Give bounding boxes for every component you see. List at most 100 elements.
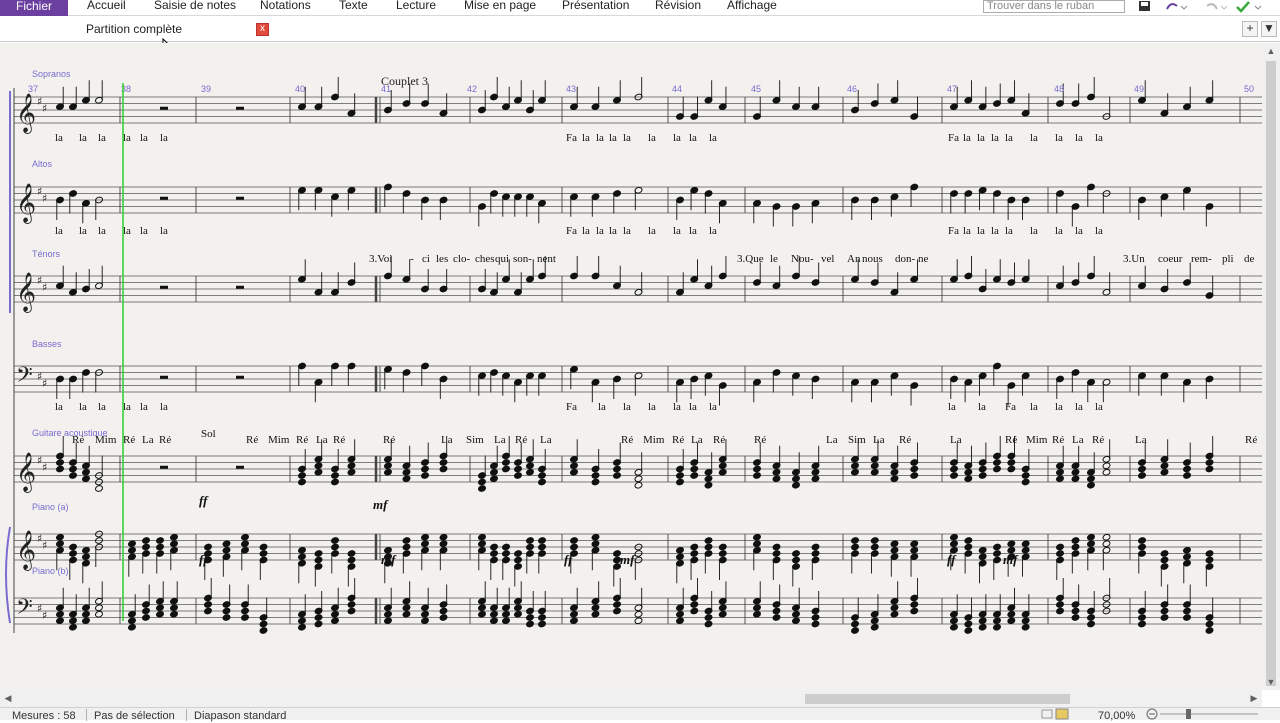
- tab-notations[interactable]: Notations: [260, 0, 311, 12]
- tenor-lyric: pli: [1222, 253, 1234, 265]
- scroll-right-icon[interactable]: ▶: [1246, 690, 1262, 707]
- close-tab-button[interactable]: x: [256, 23, 269, 36]
- note-head: [964, 537, 973, 544]
- note-head: [513, 610, 523, 618]
- chevron-down-icon[interactable]: [1180, 5, 1188, 10]
- note-head: [55, 617, 65, 625]
- alto-lyric: la: [963, 225, 971, 237]
- tab-partition-complete[interactable]: Partition complète: [86, 22, 182, 36]
- bass-lyric: la: [55, 401, 63, 413]
- note-head: [634, 617, 643, 625]
- tab-lecture[interactable]: Lecture: [396, 0, 436, 12]
- note-head: [811, 468, 820, 476]
- measure-number: 39: [201, 84, 211, 94]
- chevron-down-icon[interactable]: [1254, 5, 1262, 10]
- measure-number: 37: [28, 84, 38, 94]
- note-head: [222, 614, 231, 621]
- tab-accueil[interactable]: Accueil: [87, 0, 126, 12]
- tab-mise-en-page[interactable]: Mise en page: [464, 0, 536, 12]
- view-mode-icon[interactable]: [1040, 708, 1070, 723]
- quick-access-toolbar: [1139, 1, 1262, 13]
- note-head: [1071, 468, 1080, 476]
- whole-rest-icon: [236, 375, 244, 379]
- tab-presentation[interactable]: Présentation: [562, 0, 629, 12]
- tenor-lyric: 3.Que: [737, 253, 764, 265]
- note-head: [297, 546, 307, 554]
- note-head: [704, 543, 713, 551]
- zoom-slider[interactable]: [1146, 708, 1266, 723]
- note-head: [949, 623, 959, 631]
- note-head: [477, 540, 487, 548]
- horizontal-scrollbar[interactable]: ◀ ▶: [0, 690, 1262, 707]
- chevron-down-icon[interactable]: [1220, 5, 1228, 10]
- note-head: [513, 550, 523, 557]
- note-head: [297, 623, 307, 631]
- note-head: [1007, 610, 1016, 618]
- horizontal-scroll-thumb[interactable]: [805, 694, 1070, 704]
- note-head: [1205, 550, 1214, 557]
- chord-symbol: Ré: [383, 434, 395, 446]
- tenor-lyric: clo-: [453, 253, 470, 265]
- tab-fichier[interactable]: Fichier: [0, 0, 68, 17]
- tab-menu-button[interactable]: ▼: [1261, 21, 1277, 37]
- tenor-lyric: son-: [513, 253, 532, 265]
- note-head: [1102, 468, 1111, 476]
- note-head: [791, 610, 801, 618]
- ribbon-tab-bar: Fichier Accueil Saisie de notes Notation…: [0, 0, 1280, 17]
- ribbon-search-input[interactable]: Trouver dans le ruban: [983, 0, 1125, 13]
- chord-symbol: Ré: [123, 434, 135, 446]
- note-head: [330, 543, 340, 551]
- redo-icon[interactable]: [1206, 3, 1218, 10]
- tenor-lyric: de: [1244, 253, 1255, 265]
- note-head: [1055, 468, 1065, 476]
- scroll-down-icon[interactable]: ▼: [1262, 674, 1280, 690]
- note-head: [675, 472, 685, 479]
- alto-lyric: la: [123, 225, 131, 237]
- tab-affichage[interactable]: Affichage: [727, 0, 777, 12]
- status-measures: Mesures : 58: [12, 710, 76, 722]
- note-head: [910, 546, 919, 554]
- scroll-up-icon[interactable]: ▲: [1262, 43, 1280, 59]
- note-head: [964, 627, 973, 634]
- note-head: [240, 607, 250, 615]
- note-head: [203, 543, 213, 551]
- sharp-icon: ♯: [42, 539, 47, 552]
- alto-lyric: la: [623, 225, 631, 237]
- score-canvas[interactable]: 𝄞 ♯ ♯ 𝄞 ♯ ♯ 𝄞 ♯ ♯ 𝄢 ♯ ♯ 𝄞 ♯ ♯ 𝄞 ♯ ♯ 𝄢 ♯ ♯ 37 38 39 40 41 42 43 44 45…: [0, 43, 1262, 690]
- undo-icon[interactable]: [1166, 3, 1178, 10]
- measure-number: 42: [467, 84, 477, 94]
- chord-symbol: Mim: [643, 434, 665, 446]
- tab-revision[interactable]: Révision: [655, 0, 701, 12]
- tenor-lyric: ne: [918, 253, 929, 265]
- note-head: [791, 550, 801, 557]
- note-head: [890, 475, 899, 483]
- scroll-left-icon[interactable]: ◀: [0, 690, 16, 707]
- bass-lyric: la: [79, 401, 87, 413]
- sharp-icon: ♯: [42, 102, 47, 115]
- note-head: [94, 485, 104, 492]
- note-head: [1021, 540, 1030, 548]
- bass-clef-icon: 𝄢: [16, 363, 33, 393]
- measure-number: 49: [1134, 84, 1144, 94]
- checkmark-icon[interactable]: [1236, 1, 1250, 13]
- note-head: [513, 472, 523, 479]
- note-head: [1160, 550, 1169, 557]
- status-selection: Pas de sélection: [94, 710, 175, 722]
- tab-saisie-de-notes[interactable]: Saisie de notes: [154, 0, 236, 12]
- measure-number: 40: [295, 84, 305, 94]
- note-head: [964, 620, 973, 628]
- soprano-lyric: la: [673, 132, 681, 144]
- chord-symbol: Ré: [333, 434, 345, 446]
- note-head: [1182, 607, 1192, 615]
- chord-symbol: Sim: [848, 434, 866, 446]
- bass-lyric: la: [140, 401, 148, 413]
- instrument-name: Ténors: [32, 249, 61, 259]
- vertical-scrollbar[interactable]: ▲ ▼: [1262, 43, 1280, 690]
- tab-texte[interactable]: Texte: [339, 0, 368, 12]
- note-head: [1055, 550, 1065, 557]
- vertical-scroll-thumb[interactable]: [1266, 61, 1276, 686]
- bass-lyric: la: [1095, 401, 1103, 413]
- note-head: [978, 465, 987, 473]
- add-tab-button[interactable]: +: [1242, 21, 1258, 37]
- tenor-lyric: rem-: [1191, 253, 1212, 265]
